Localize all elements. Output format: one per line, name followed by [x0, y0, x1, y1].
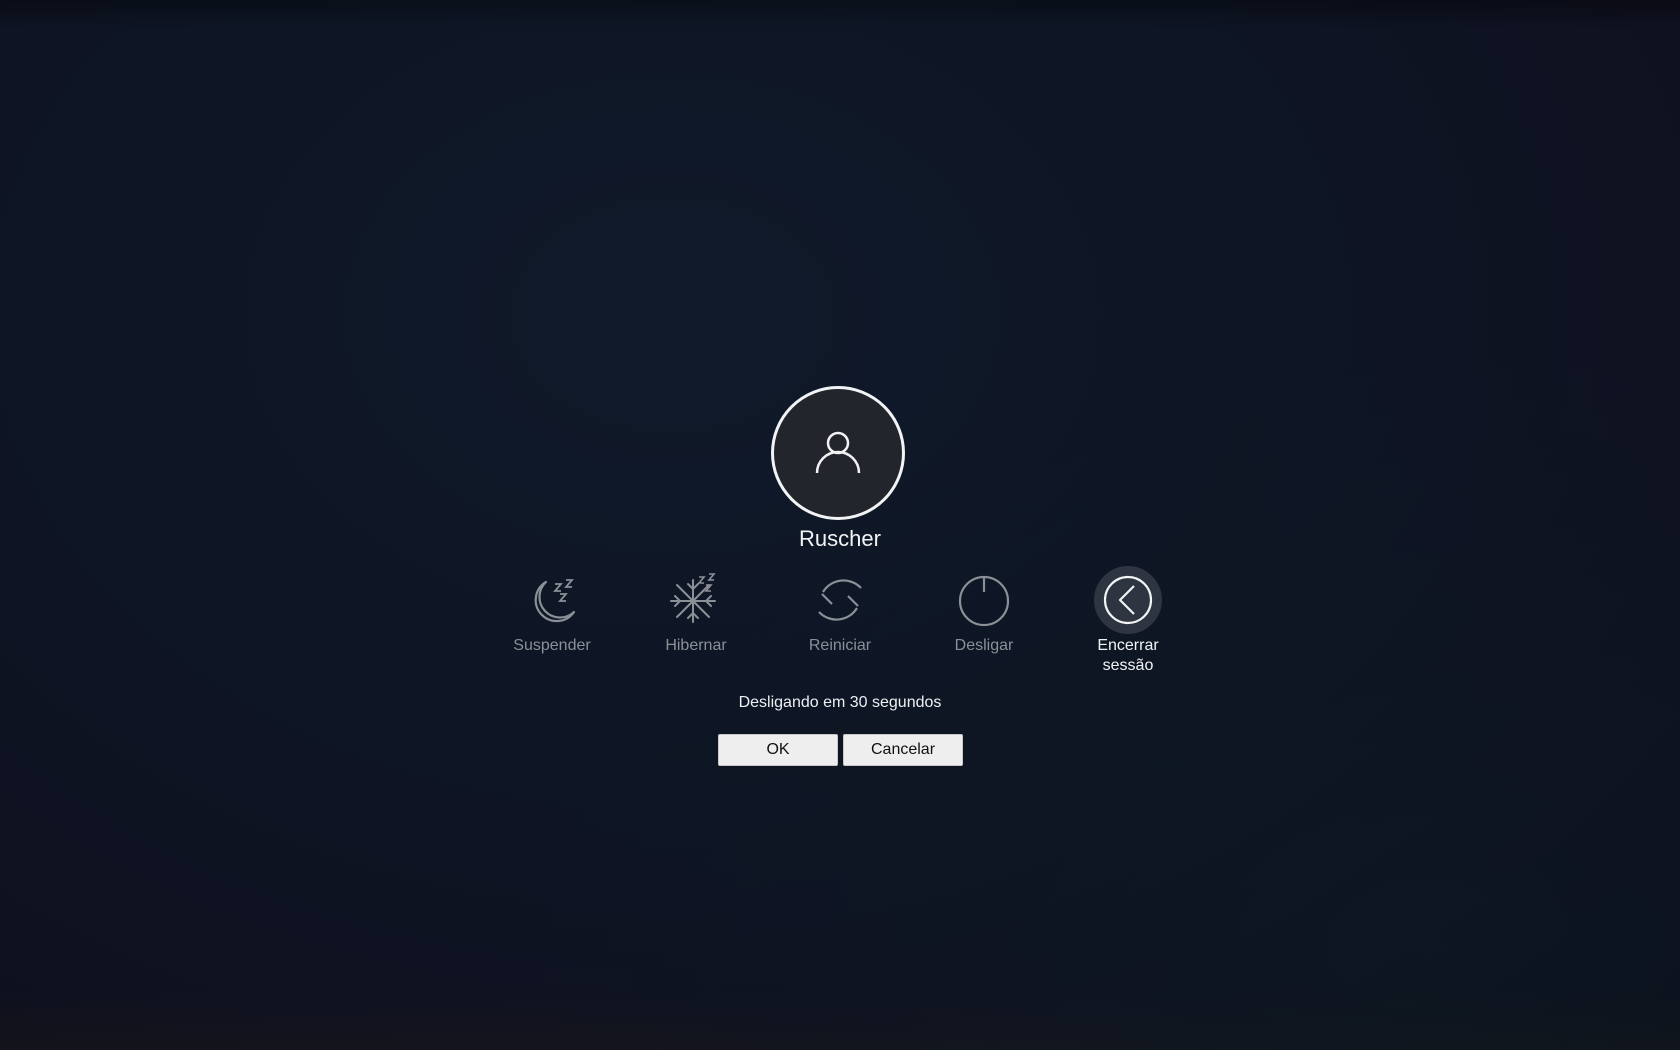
logout-icon-wrap — [1094, 566, 1162, 634]
logout-arrow-icon — [1103, 575, 1153, 625]
restart-label: Reiniciar — [808, 637, 872, 654]
logout-label-line1: Encerrar — [1097, 637, 1159, 654]
user-icon — [815, 431, 861, 474]
hibernate-icon-wrap — [662, 566, 730, 634]
user-avatar — [771, 386, 905, 520]
logout-label-line2: sessão — [1102, 657, 1154, 674]
suspend-button[interactable]: Suspender — [492, 566, 612, 656]
suspend-icon-wrap — [518, 566, 586, 634]
countdown-status: Desligando em 30 segundos — [738, 694, 942, 711]
logout-button[interactable]: Encerrar sessão — [1068, 566, 1188, 676]
ok-button[interactable]: OK — [718, 734, 838, 766]
hibernate-button[interactable]: Hibernar — [636, 566, 756, 656]
suspend-label: Suspender — [513, 637, 591, 654]
snowflake-sleep-icon — [670, 573, 716, 623]
restart-button[interactable]: Reiniciar — [780, 566, 900, 656]
shutdown-button[interactable]: Desligar — [924, 566, 1044, 656]
logout-label: Encerrar sessão — [1068, 636, 1188, 676]
moon-sleep-icon — [534, 579, 576, 623]
shutdown-label: Desligar — [954, 637, 1014, 654]
background — [0, 0, 1680, 1050]
power-icon — [958, 575, 1010, 627]
restart-icon — [818, 579, 862, 621]
cancel-button[interactable]: Cancelar — [843, 734, 963, 766]
restart-icon-wrap — [806, 566, 874, 634]
username: Ruscher — [799, 526, 881, 551]
hibernate-label: Hibernar — [665, 637, 727, 654]
shutdown-icon-wrap — [950, 566, 1018, 634]
